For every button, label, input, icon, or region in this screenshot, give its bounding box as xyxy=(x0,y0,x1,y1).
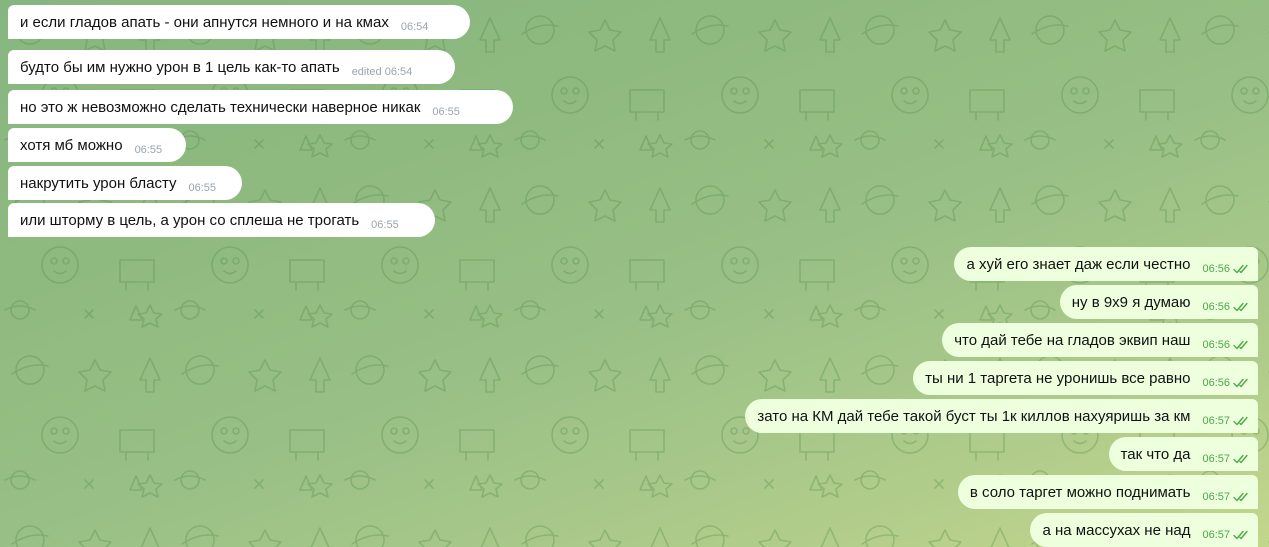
message-time: 06:57 xyxy=(1202,529,1230,541)
message-text: так что да xyxy=(1120,445,1191,463)
double-check-icon xyxy=(1233,492,1248,502)
message-text: в соло таргет можно поднимать xyxy=(969,483,1191,501)
incoming-message-4[interactable]: хотя мб можно 06:55 xyxy=(8,128,186,162)
incoming-message-2[interactable]: будто бы им нужно урон в 1 цель как-то а… xyxy=(8,50,455,84)
message-text: ты ни 1 таргета не уронишь все равно xyxy=(925,369,1191,387)
message-time: 06:55 xyxy=(134,144,163,156)
message-time: 06:55 xyxy=(371,219,399,231)
message-text: ну в 9х9 я думаю xyxy=(1071,293,1191,311)
outgoing-message-3[interactable]: что дай тебе на гладов эквип наш 06:56 xyxy=(942,323,1258,357)
outgoing-message-2[interactable]: ну в 9х9 я думаю 06:56 xyxy=(1059,285,1258,319)
message-text: или шторму в цель, а урон со сплеша не т… xyxy=(20,211,360,229)
double-check-icon xyxy=(1233,454,1248,464)
outgoing-message-8[interactable]: а на массухах не над 06:57 xyxy=(1030,513,1258,547)
double-check-icon xyxy=(1233,416,1248,426)
incoming-message-1[interactable]: и если гладов апать - они апнутся немног… xyxy=(8,5,470,39)
message-time: 06:56 xyxy=(1202,301,1230,313)
message-time: 06:54 xyxy=(400,21,429,33)
incoming-message-6[interactable]: или шторму в цель, а урон со сплеша не т… xyxy=(8,203,435,237)
message-text: но это ж невозможно сделать технически н… xyxy=(20,98,421,116)
message-time: 06:57 xyxy=(1202,491,1230,503)
outgoing-message-4[interactable]: ты ни 1 таргета не уронишь все равно 06:… xyxy=(913,361,1258,395)
outgoing-message-5[interactable]: зато на КМ дай тебе такой буст ты 1к кил… xyxy=(745,399,1258,433)
message-time: 06:55 xyxy=(432,106,460,118)
message-text: и если гладов апать - они апнутся немног… xyxy=(20,13,389,31)
double-check-icon xyxy=(1233,302,1248,312)
outgoing-message-6[interactable]: так что да 06:57 xyxy=(1108,437,1258,471)
double-check-icon xyxy=(1233,340,1248,350)
message-time: 06:55 xyxy=(188,182,217,194)
double-check-icon xyxy=(1233,264,1248,274)
double-check-icon xyxy=(1233,378,1248,388)
message-text: а на массухах не над xyxy=(1042,521,1191,539)
message-time: edited 06:54 xyxy=(351,66,413,78)
message-text: зато на КМ дай тебе такой буст ты 1к кил… xyxy=(757,407,1191,425)
message-text: накрутить урон бласту xyxy=(20,174,177,192)
message-time: 06:56 xyxy=(1202,377,1230,389)
message-text: будто бы им нужно урон в 1 цель как-то а… xyxy=(20,58,340,76)
outgoing-message-7[interactable]: в соло таргет можно поднимать 06:57 xyxy=(957,475,1258,509)
message-text: а хуй его знает даж если честно xyxy=(966,255,1191,273)
outgoing-message-1[interactable]: а хуй его знает даж если честно 06:56 xyxy=(954,247,1258,281)
message-time: 06:56 xyxy=(1202,339,1230,351)
message-time: 06:57 xyxy=(1202,415,1230,427)
message-time: 06:57 xyxy=(1202,453,1230,465)
message-text: хотя мб можно xyxy=(20,136,123,154)
message-text: что дай тебе на гладов эквип наш xyxy=(954,331,1191,349)
incoming-message-3[interactable]: но это ж невозможно сделать технически н… xyxy=(8,90,513,124)
incoming-message-5[interactable]: накрутить урон бласту 06:55 xyxy=(8,166,242,200)
message-time: 06:56 xyxy=(1202,263,1230,275)
double-check-icon xyxy=(1233,530,1248,540)
